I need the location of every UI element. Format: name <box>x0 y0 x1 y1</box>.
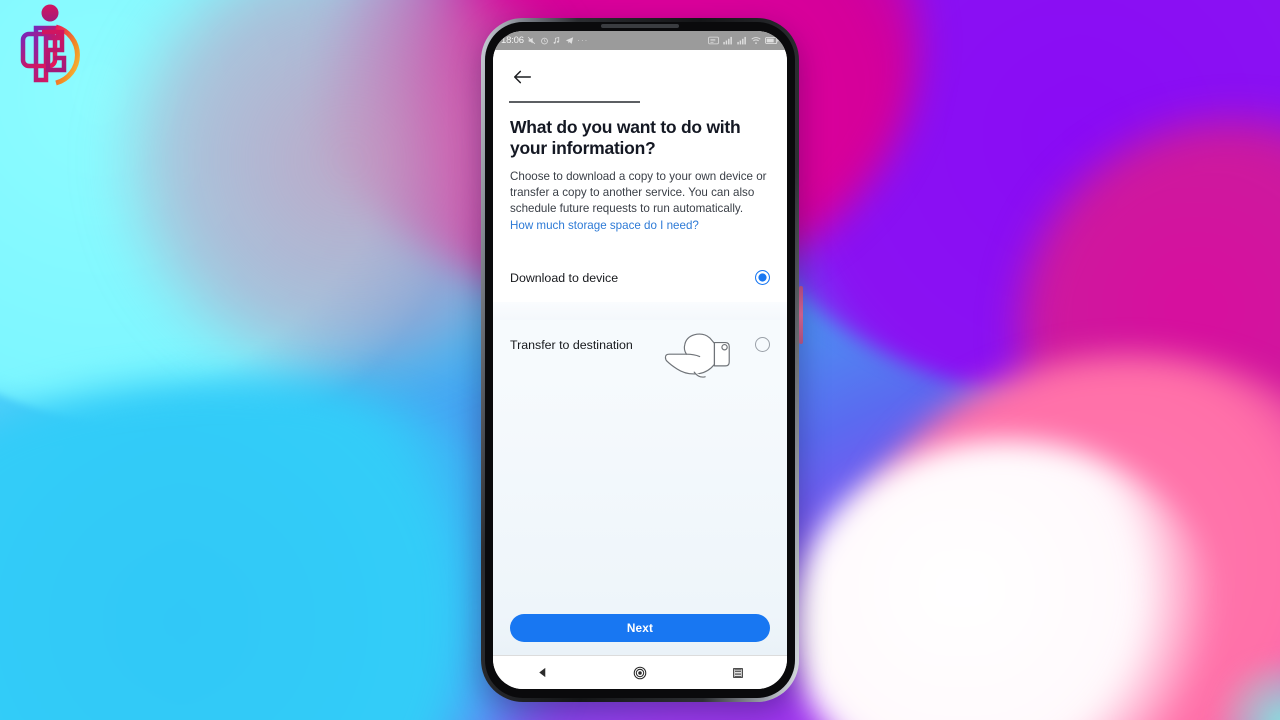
music-icon <box>552 36 561 45</box>
app-footer: Next <box>493 614 787 655</box>
alarm-icon <box>540 36 549 45</box>
app-top-nav <box>493 50 787 103</box>
screen-root: 18:06 ··· What do you want to do with yo… <box>0 0 1280 720</box>
battery-icon <box>765 36 779 45</box>
option-label: Download to device <box>510 270 619 285</box>
android-navigation-bar <box>493 655 787 689</box>
app-content: What do you want to do with your informa… <box>493 50 787 655</box>
status-bar-right <box>708 36 779 45</box>
back-arrow-icon[interactable] <box>509 64 535 90</box>
sim-card-icon <box>708 36 719 45</box>
nav-back-icon[interactable] <box>527 660 557 686</box>
status-bar: 18:06 ··· <box>493 31 787 50</box>
phone-screen: 18:06 ··· What do you want to do with yo… <box>493 31 787 689</box>
telegram-icon <box>565 36 574 45</box>
watermark-logo <box>18 2 112 114</box>
radio-button-selected[interactable] <box>755 270 770 286</box>
content-spacer <box>493 369 787 614</box>
app-text-block: What do you want to do with your informa… <box>493 103 787 234</box>
storage-help-link[interactable]: How much storage space do I need? <box>510 218 770 234</box>
nav-home-icon[interactable] <box>625 660 655 686</box>
phone-device: 18:06 ··· What do you want to do with yo… <box>481 18 803 702</box>
phone-bezel: 18:06 ··· What do you want to do with yo… <box>485 22 795 698</box>
option-download-to-device[interactable]: Download to device <box>493 253 787 303</box>
option-label: Transfer to destination <box>510 337 633 352</box>
options-list: Download to device Transfer to destinati… <box>493 253 787 370</box>
wifi-icon <box>751 36 761 45</box>
signal-bars-icon <box>737 36 747 45</box>
mute-icon <box>527 36 536 45</box>
options-divider <box>493 302 787 321</box>
status-bar-left: 18:06 ··· <box>501 35 588 46</box>
option-transfer-to-destination[interactable]: Transfer to destination <box>493 320 787 370</box>
power-button[interactable] <box>799 286 803 344</box>
radio-button-unselected[interactable] <box>755 337 770 353</box>
nav-recents-icon[interactable] <box>723 660 753 686</box>
page-description: Choose to download a copy to your own de… <box>510 170 767 215</box>
status-time: 18:06 <box>501 35 524 46</box>
signal-bars-icon <box>723 36 733 45</box>
status-overflow-dots: ··· <box>577 36 589 45</box>
page-title: What do you want to do with your informa… <box>510 116 741 159</box>
next-button[interactable]: Next <box>510 614 770 642</box>
earpiece-speaker <box>601 24 679 28</box>
